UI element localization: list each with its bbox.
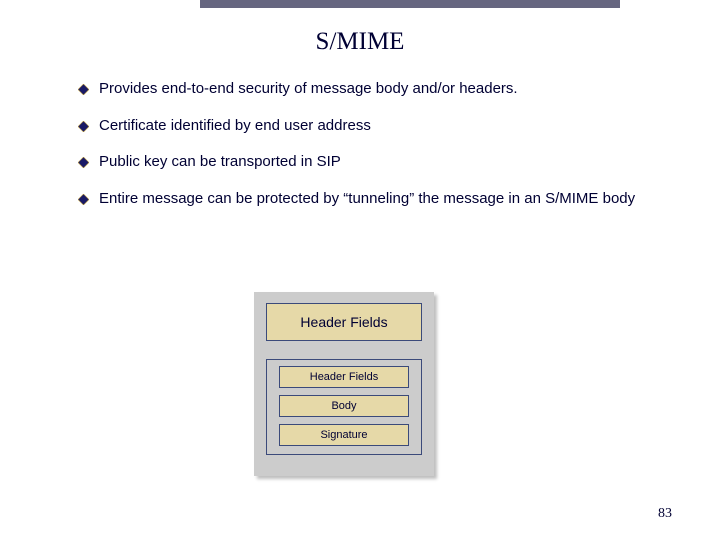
diamond-bullet-icon [78,119,89,137]
list-item: Certificate identified by end user addre… [78,115,678,138]
bullet-list: Provides end-to-end security of message … [78,78,678,224]
message-diagram: Header Fields Header Fields Body Signatu… [254,292,434,476]
bullet-text: Entire message can be protected by “tunn… [99,188,635,211]
bullet-text: Public key can be transported in SIP [99,151,341,174]
diagram-inner-container: Header Fields Body Signature [266,359,422,455]
page-number: 83 [658,506,672,522]
diamond-bullet-icon [78,82,89,100]
decorative-top-bar [200,0,620,8]
diagram-inner-signature: Signature [279,424,409,446]
list-item: Provides end-to-end security of message … [78,78,678,101]
diamond-bullet-icon [78,192,89,210]
bullet-text: Certificate identified by end user addre… [99,115,371,138]
diagram-outer-header: Header Fields [266,303,422,341]
list-item: Public key can be transported in SIP [78,151,678,174]
list-item: Entire message can be protected by “tunn… [78,188,678,211]
diagram-inner-body: Body [279,395,409,417]
bullet-text: Provides end-to-end security of message … [99,78,518,101]
slide-title: S/MIME [0,28,720,56]
diagram-inner-header: Header Fields [279,366,409,388]
diamond-bullet-icon [78,155,89,173]
